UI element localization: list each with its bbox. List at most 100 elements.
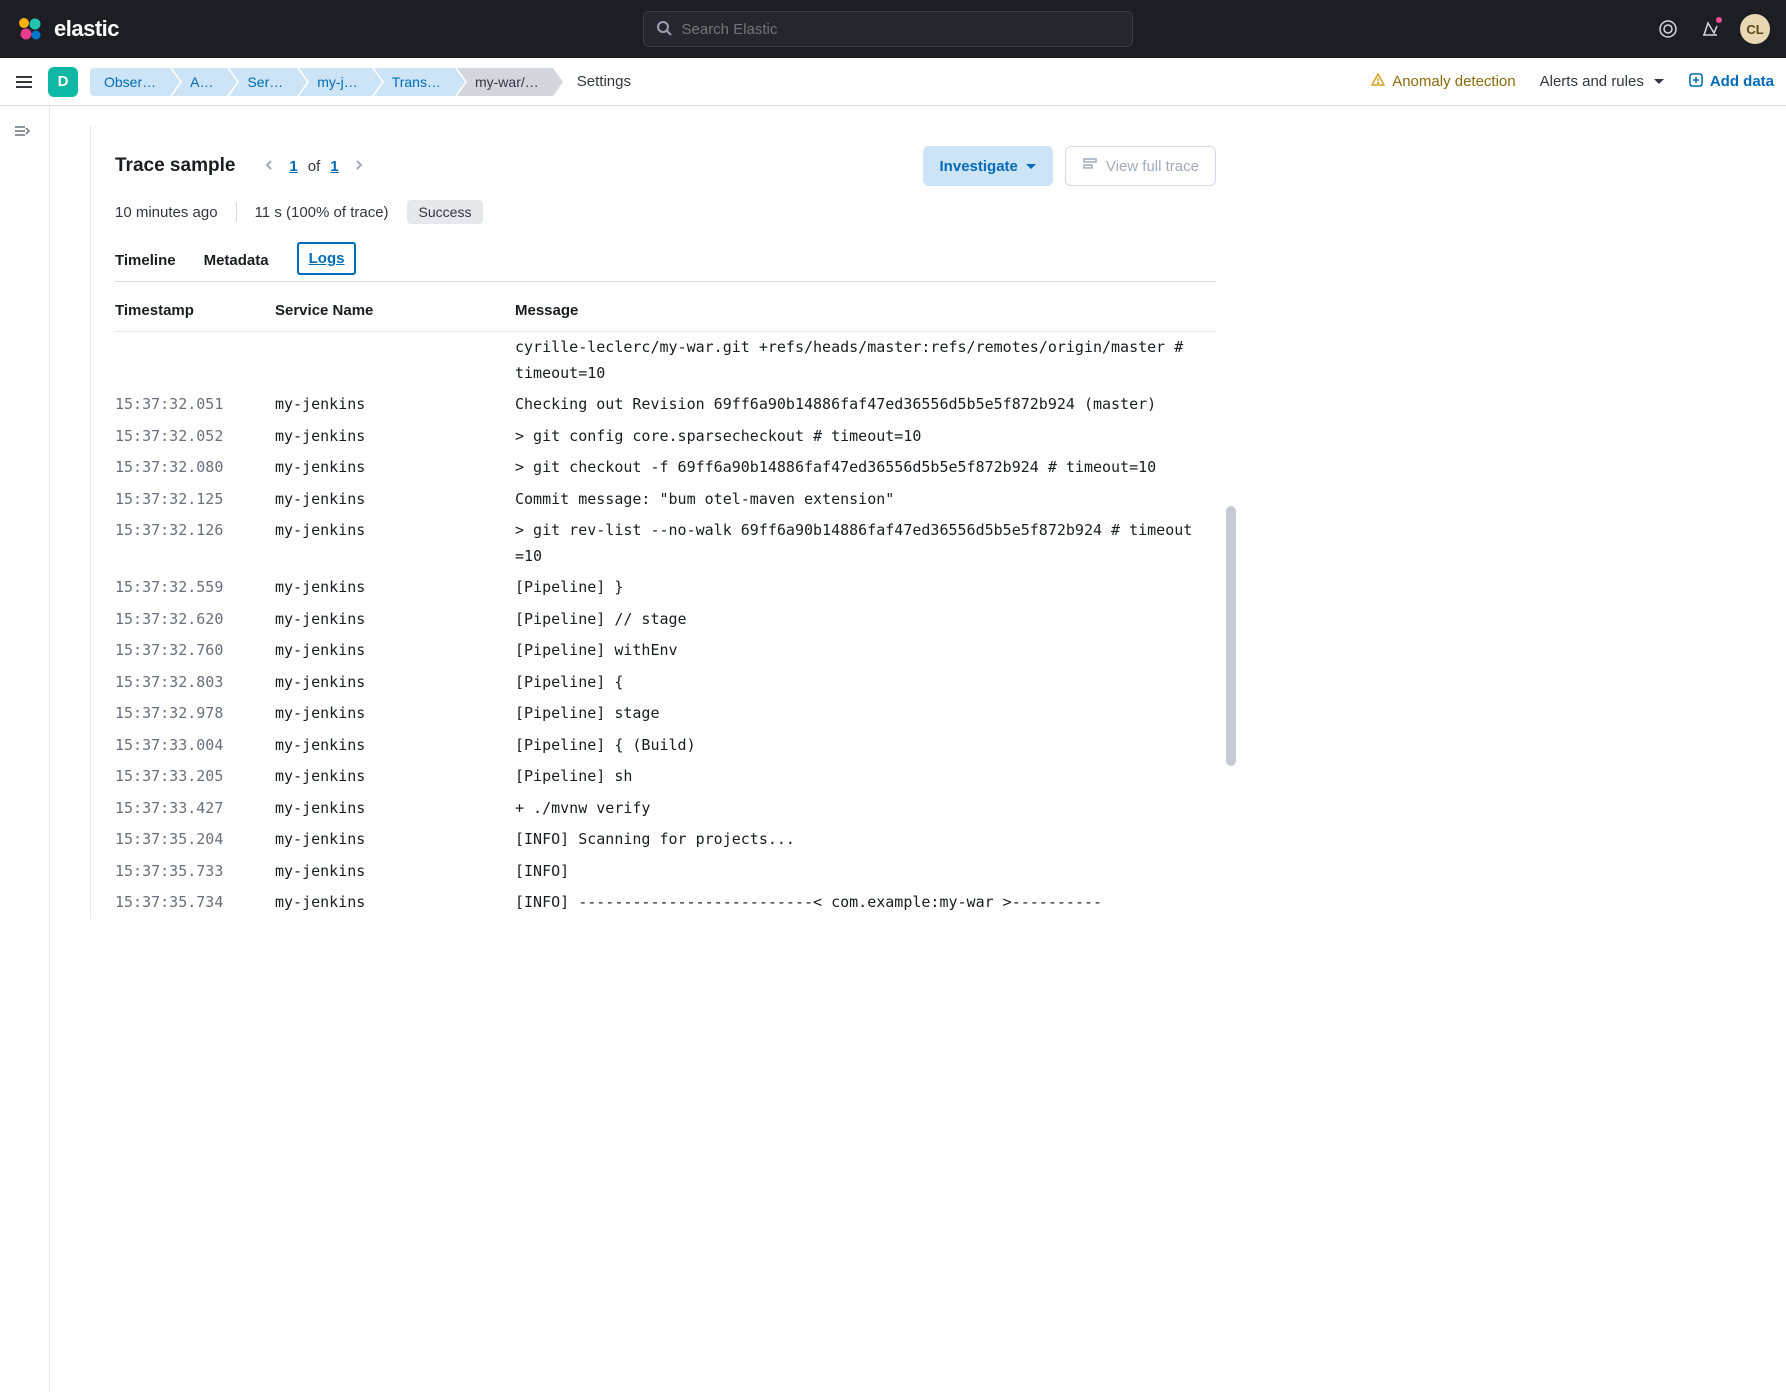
log-row[interactable]: 15:37:32.052my-jenkins > git config core… (115, 421, 1216, 453)
breadcrumb-item[interactable]: my-war/… (457, 68, 553, 96)
nav-toggle-icon[interactable] (12, 70, 36, 94)
log-service: my-jenkins (275, 796, 515, 822)
trace-meta: 10 minutes ago 11 s (100% of trace) Succ… (115, 200, 1216, 224)
log-message: cyrille-leclerc/my-war.git +refs/heads/m… (515, 335, 1216, 386)
log-row[interactable]: 15:37:33.205my-jenkins[Pipeline] sh (115, 761, 1216, 793)
pager-prev-icon[interactable] (259, 154, 279, 179)
log-message: [Pipeline] withEnv (515, 638, 1216, 664)
log-row[interactable]: 15:37:32.559my-jenkins[Pipeline] } (115, 572, 1216, 604)
add-data-label: Add data (1710, 73, 1774, 90)
log-row[interactable]: 15:37:35.204my-jenkins[INFO] Scanning fo… (115, 824, 1216, 856)
anomaly-label: Anomaly detection (1392, 73, 1515, 90)
trace-panel: Trace sample 1 of 1 Investigate (90, 126, 1240, 919)
investigate-button[interactable]: Investigate (923, 146, 1053, 186)
log-table-header: Timestamp Service Name Message (115, 282, 1216, 332)
meta-divider (236, 202, 237, 222)
breadcrumb-item[interactable]: my-j… (299, 68, 371, 96)
log-row[interactable]: 15:37:35.734my-jenkins[INFO] -----------… (115, 887, 1216, 919)
pager-current[interactable]: 1 (289, 158, 297, 175)
help-icon[interactable] (1656, 17, 1680, 41)
log-timestamp: 15:37:32.051 (115, 392, 275, 418)
log-timestamp: 15:37:32.052 (115, 424, 275, 450)
alerts-rules-dropdown[interactable]: Alerts and rules (1540, 73, 1664, 90)
user-avatar[interactable]: CL (1740, 14, 1770, 44)
expand-rail-icon[interactable] (13, 122, 37, 146)
search-icon (656, 20, 672, 39)
log-service: my-jenkins (275, 733, 515, 759)
log-row[interactable]: 15:37:32.051my-jenkinsChecking out Revis… (115, 389, 1216, 421)
space-selector[interactable]: D (48, 67, 78, 97)
log-row[interactable]: 15:37:35.733my-jenkins[INFO] (115, 856, 1216, 888)
trace-tabs: Timeline Metadata Logs (115, 242, 1216, 282)
pager-total[interactable]: 1 (330, 158, 338, 175)
log-service (275, 335, 515, 386)
log-timestamp: 15:37:32.080 (115, 455, 275, 481)
trace-time-ago: 10 minutes ago (115, 204, 218, 221)
view-full-trace-button[interactable]: View full trace (1065, 146, 1216, 186)
log-row[interactable]: 15:37:32.125my-jenkinsCommit message: "b… (115, 484, 1216, 516)
log-service: my-jenkins (275, 424, 515, 450)
global-search[interactable] (643, 11, 1133, 47)
log-service: my-jenkins (275, 827, 515, 853)
log-row[interactable]: 15:37:33.427my-jenkins+ ./mvnw verify (115, 793, 1216, 825)
view-full-label: View full trace (1106, 158, 1199, 175)
log-message: > git config core.sparsecheckout # timeo… (515, 424, 1216, 450)
log-message: + ./mvnw verify (515, 796, 1216, 822)
main-content: Trace sample 1 of 1 Investigate (50, 106, 1786, 1392)
breadcrumb-item[interactable]: Obser… (90, 68, 170, 96)
log-message: > git checkout -f 69ff6a90b14886faf47ed3… (515, 455, 1216, 481)
log-timestamp: 15:37:32.125 (115, 487, 275, 513)
log-service: my-jenkins (275, 518, 515, 569)
pager-next-icon[interactable] (349, 154, 369, 179)
log-timestamp: 15:37:32.803 (115, 670, 275, 696)
breadcrumb-item[interactable]: Trans… (374, 68, 455, 96)
anomaly-detection-link[interactable]: Anomaly detection (1370, 72, 1515, 92)
notification-dot (1714, 15, 1724, 25)
log-timestamp: 15:37:35.733 (115, 859, 275, 885)
log-message: [Pipeline] stage (515, 701, 1216, 727)
add-data-link[interactable]: Add data (1688, 72, 1774, 92)
log-message: [Pipeline] } (515, 575, 1216, 601)
pager-of: of (308, 158, 321, 175)
search-input[interactable] (682, 21, 1120, 38)
global-search-wrap (135, 11, 1640, 47)
log-service: my-jenkins (275, 575, 515, 601)
log-service: my-jenkins (275, 764, 515, 790)
log-timestamp: 15:37:32.620 (115, 607, 275, 633)
trace-title: Trace sample (115, 155, 235, 177)
log-message: [Pipeline] { (Build) (515, 733, 1216, 759)
top-header: elastic CL (0, 0, 1786, 58)
header-actions: CL (1656, 14, 1770, 44)
newsfeed-icon[interactable] (1698, 17, 1722, 41)
tab-logs[interactable]: Logs (297, 242, 357, 275)
log-row[interactable]: 15:37:32.760my-jenkins[Pipeline] withEnv (115, 635, 1216, 667)
header-timestamp: Timestamp (115, 302, 275, 319)
log-message: [Pipeline] sh (515, 764, 1216, 790)
warning-icon (1370, 72, 1386, 92)
log-service: my-jenkins (275, 670, 515, 696)
log-service: my-jenkins (275, 607, 515, 633)
log-row[interactable]: 15:37:32.126my-jenkins > git rev-list --… (115, 515, 1216, 572)
log-row[interactable]: 15:37:33.004my-jenkins[Pipeline] { (Buil… (115, 730, 1216, 762)
log-row[interactable]: 15:37:32.978my-jenkins[Pipeline] stage (115, 698, 1216, 730)
breadcrumb-item[interactable]: Ser… (229, 68, 297, 96)
tab-timeline[interactable]: Timeline (115, 242, 176, 281)
settings-link[interactable]: Settings (577, 73, 631, 90)
log-message: [INFO] (515, 859, 1216, 885)
log-row[interactable]: 15:37:32.803my-jenkins[Pipeline] { (115, 667, 1216, 699)
log-row[interactable]: cyrille-leclerc/my-war.git +refs/heads/m… (115, 332, 1216, 389)
log-timestamp: 15:37:33.205 (115, 764, 275, 790)
scrollbar-thumb[interactable] (1226, 506, 1236, 766)
log-message: [Pipeline] { (515, 670, 1216, 696)
brand-logo[interactable]: elastic (16, 15, 119, 43)
left-rail (0, 106, 50, 1392)
tab-metadata[interactable]: Metadata (204, 242, 269, 281)
log-timestamp: 15:37:32.559 (115, 575, 275, 601)
log-row[interactable]: 15:37:32.620my-jenkins[Pipeline] // stag… (115, 604, 1216, 636)
log-service: my-jenkins (275, 701, 515, 727)
log-message: > git rev-list --no-walk 69ff6a90b14886f… (515, 518, 1216, 569)
log-row[interactable]: 15:37:32.080my-jenkins > git checkout -f… (115, 452, 1216, 484)
log-message: Commit message: "bum otel-maven extensio… (515, 487, 1216, 513)
secondary-bar: D Obser…A…Ser…my-j…Trans…my-war/… Settin… (0, 58, 1786, 106)
log-timestamp: 15:37:33.004 (115, 733, 275, 759)
